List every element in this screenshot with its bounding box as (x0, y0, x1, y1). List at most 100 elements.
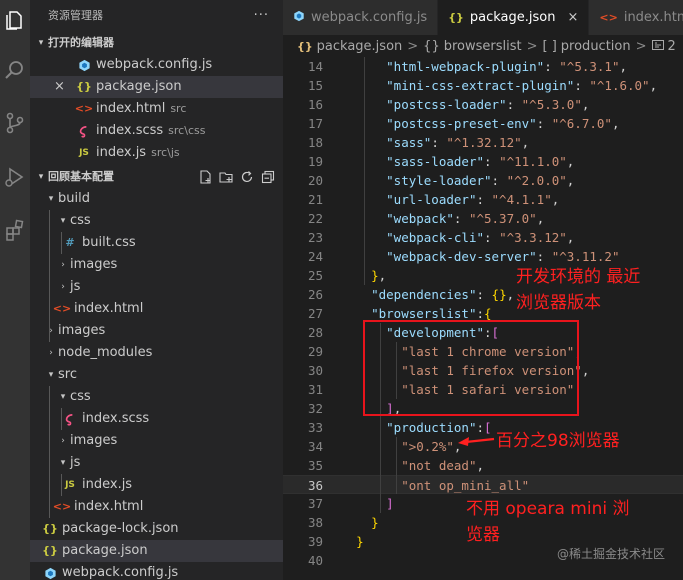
tab-index-html[interactable]: <> index.html (589, 0, 683, 35)
open-editor-path: src\css (168, 124, 206, 137)
line-number: 27 (307, 306, 323, 321)
code-line[interactable]: 36 "ont op_mini_all" (283, 475, 683, 494)
extensions-icon[interactable] (0, 215, 30, 245)
folder-src-images[interactable]: › images (30, 430, 283, 452)
array-icon: [ ] (542, 38, 557, 54)
open-editor-index-js[interactable]: JS index.js src\js (30, 142, 283, 164)
open-editor-webpack-config[interactable]: webpack.config.js (30, 54, 283, 76)
file-index-scss[interactable]: index.scss (30, 408, 283, 430)
breadcrumb-separator: > (526, 38, 538, 54)
folder-images[interactable]: › images (30, 320, 283, 342)
folder-build[interactable]: ▾ build (30, 188, 283, 210)
line-code: "webpack-cli": "^3.3.12", (386, 230, 575, 245)
code-line[interactable]: 14 "html-webpack-plugin": "^5.3.1", (283, 57, 683, 76)
activity-bar (0, 0, 30, 580)
breadcrumb-file[interactable]: package.json (317, 39, 403, 54)
line-number: 35 (307, 458, 323, 473)
code-line[interactable]: 23 "webpack-cli": "^3.3.12", (283, 228, 683, 247)
line-number: 29 (307, 344, 323, 359)
explorer-icon[interactable] (0, 5, 30, 35)
code-line[interactable]: 17 "postcss-preset-env": "^6.7.0", (283, 114, 683, 133)
code-line[interactable]: 20 "style-loader": "^2.0.0", (283, 171, 683, 190)
breadcrumb-separator: > (407, 38, 419, 54)
code-line[interactable]: 24 "webpack-dev-server": "^3.11.2" (283, 247, 683, 266)
open-editor-package-json[interactable]: × {} package.json (30, 76, 283, 98)
tree-item-label: built.css (82, 235, 136, 250)
folder-build-js[interactable]: › js (30, 276, 283, 298)
close-icon[interactable]: × (54, 76, 65, 98)
file-webpack-config[interactable]: webpack.config.js (30, 562, 283, 580)
file-package-lock-json[interactable]: {} package-lock.json (30, 518, 283, 540)
open-editor-name: index.js (96, 145, 147, 160)
file-tree: ▾ build ▾ css # built.css › images › js <> ind… (30, 188, 283, 580)
webpack-icon (42, 565, 58, 580)
file-src-index-html[interactable]: <> index.html (30, 496, 283, 518)
tree-item-label: index.js (82, 477, 133, 492)
html-icon: <> (599, 11, 618, 24)
code-line[interactable]: 16 "postcss-loader": "^5.3.0", (283, 95, 683, 114)
workspace-header[interactable]: ▾ 回顾基本配置 (30, 166, 283, 188)
annotation-dev-line2: 浏览器版本 (516, 293, 601, 313)
file-index-js[interactable]: JS index.js (30, 474, 283, 496)
folder-src-css[interactable]: ▾ css (30, 386, 283, 408)
tree-item-label: css (70, 213, 91, 228)
file-built-css[interactable]: # built.css (30, 232, 283, 254)
code-line[interactable]: 15 "mini-css-extract-plugin": "^1.6.0", (283, 76, 683, 95)
folder-node-modules[interactable]: › node_modules (30, 342, 283, 364)
collapse-all-icon[interactable] (261, 170, 275, 184)
breadcrumb-array[interactable]: production (561, 39, 631, 54)
line-code: "mini-css-extract-plugin": "^1.6.0", (386, 78, 658, 93)
code-line[interactable]: 35 "not dead", (283, 456, 683, 475)
refresh-icon[interactable] (240, 170, 254, 184)
code-line[interactable]: 22 "webpack": "^5.37.0", (283, 209, 683, 228)
line-number: 17 (307, 116, 323, 131)
breadcrumb-item[interactable]: 2 (668, 39, 676, 54)
close-icon[interactable]: × (567, 10, 578, 25)
explorer-title: 资源管理器 ··· (30, 0, 283, 32)
chevron-down-icon: ▾ (38, 172, 44, 182)
line-number: 31 (307, 382, 323, 397)
html-icon: <> (52, 500, 72, 513)
line-number: 18 (307, 135, 323, 150)
tree-item-label: node_modules (58, 345, 153, 360)
file-package-json[interactable]: {} package.json (30, 540, 283, 562)
code-line[interactable]: 18 "sass": "^1.32.12", (283, 133, 683, 152)
annotation-no-opera-line2: 览器 (466, 525, 500, 545)
annotation-prod-pct: 百分之98浏览器 (496, 431, 620, 451)
line-number: 21 (307, 192, 323, 207)
line-number: 14 (307, 59, 323, 74)
tab-package-json[interactable]: {} package.json × (438, 0, 590, 35)
breadcrumb-object[interactable]: browserslist (444, 39, 522, 54)
folder-build-css[interactable]: ▾ css (30, 210, 283, 232)
webpack-icon (76, 57, 92, 73)
file-build-index-html[interactable]: <> index.html (30, 298, 283, 320)
line-number: 19 (307, 154, 323, 169)
line-code: "postcss-loader": "^5.3.0", (386, 97, 590, 112)
html-icon: <> (74, 102, 94, 115)
tab-webpack-config[interactable]: webpack.config.js (283, 0, 439, 35)
code-line[interactable]: 19 "sass-loader": "^11.1.0", (283, 152, 683, 171)
line-code: "ont op_mini_all" (401, 478, 530, 493)
open-editor-index-scss[interactable]: index.scss src\css (30, 120, 283, 142)
source-control-icon[interactable] (0, 108, 30, 138)
line-number: 16 (307, 97, 323, 112)
webpack-icon (293, 10, 305, 25)
line-number: 39 (307, 534, 323, 549)
scss-icon (76, 123, 92, 139)
new-folder-icon[interactable] (219, 170, 233, 184)
new-file-icon[interactable] (198, 170, 212, 184)
folder-build-images[interactable]: › images (30, 254, 283, 276)
tree-item-label: js (70, 455, 81, 470)
run-debug-icon[interactable] (0, 162, 30, 192)
chevron-right-icon: › (61, 282, 65, 292)
folder-src[interactable]: ▾ src (30, 364, 283, 386)
indent-guide (364, 57, 365, 285)
html-icon: <> (52, 302, 72, 315)
open-editors-header[interactable]: ▾ 打开的编辑器 (30, 32, 283, 54)
code-line[interactable]: 21 "url-loader": "^4.1.1", (283, 190, 683, 209)
more-actions-icon[interactable]: ··· (254, 0, 269, 32)
search-icon[interactable] (0, 55, 30, 85)
open-editor-index-html[interactable]: <> index.html src (30, 98, 283, 120)
folder-src-js[interactable]: ▾ js (30, 452, 283, 474)
workspace-label: 回顾基本配置 (48, 170, 114, 183)
